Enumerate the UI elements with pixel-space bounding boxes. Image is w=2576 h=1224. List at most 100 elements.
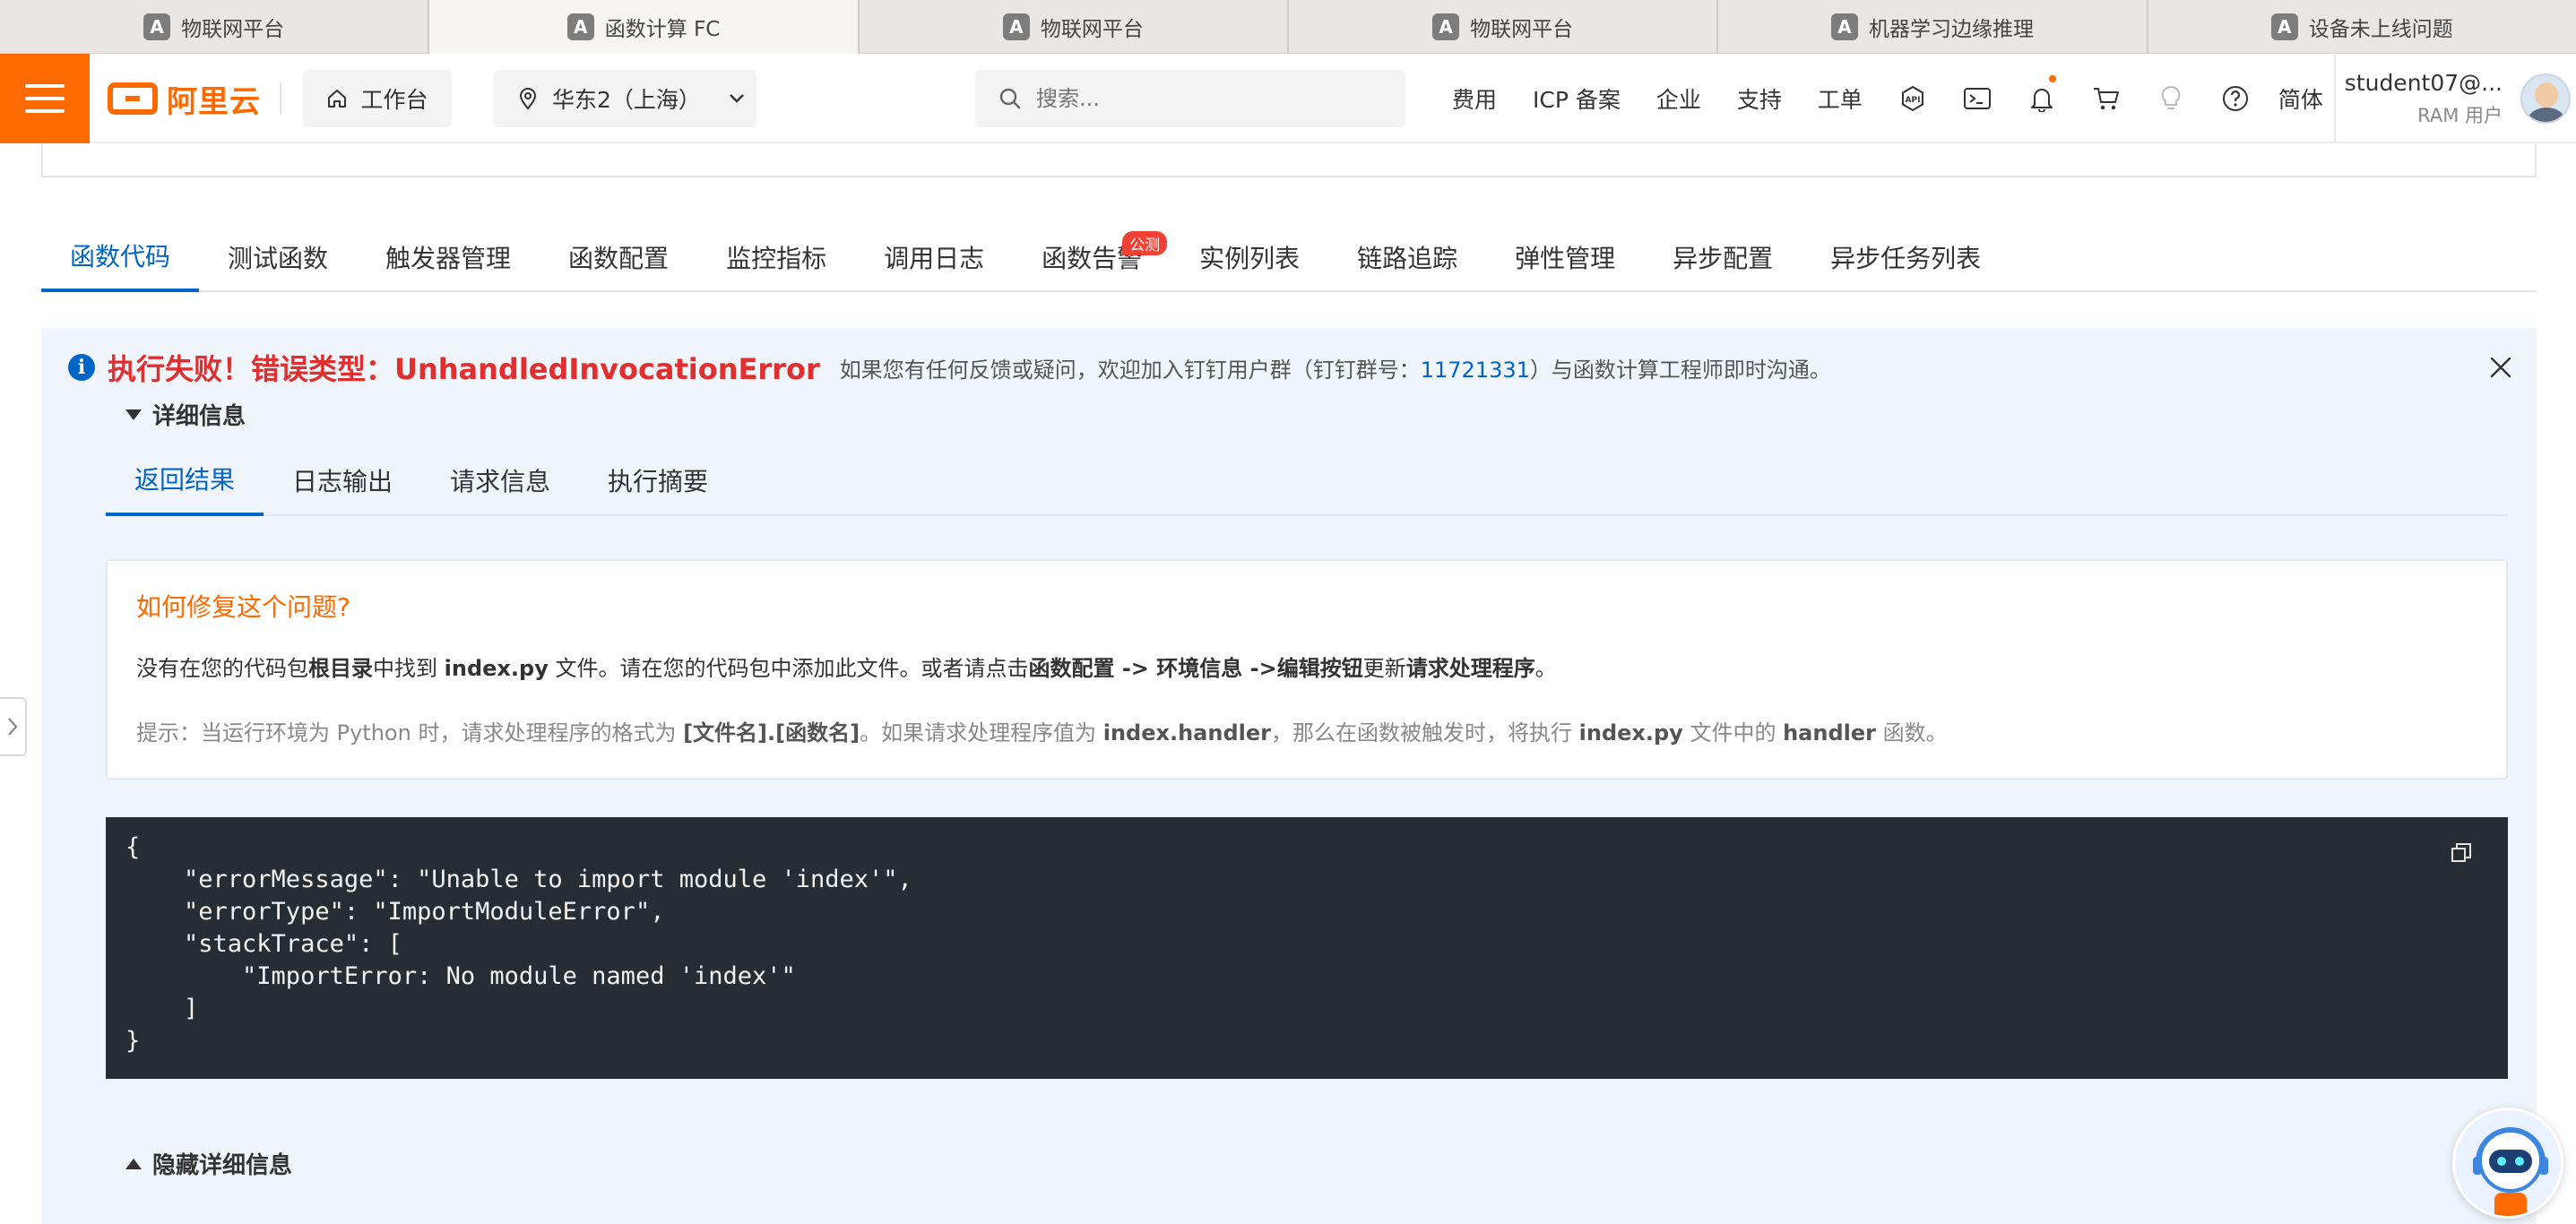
tip-text-bold: handler <box>1783 720 1876 746</box>
caret-up-icon <box>125 1158 142 1169</box>
execution-result-panel: i 执行失败！错误类型：UnhandledInvocationError 如果您… <box>41 328 2537 1224</box>
browser-tab-label: 设备未上线问题 <box>2308 18 2453 41</box>
tab-trigger-management[interactable]: 触发器管理 <box>357 222 540 292</box>
fix-text-bold: 函数配置 -> 环境信息 ->编辑按钮 <box>1028 656 1363 681</box>
nav-link-enterprise[interactable]: 企业 <box>1638 82 1719 115</box>
browser-tab[interactable]: A 物联网平台 <box>860 0 1289 54</box>
browser-tab-active[interactable]: A 函数计算 FC <box>429 0 860 54</box>
tab-function-config[interactable]: 函数配置 <box>540 222 697 292</box>
tip-text: 文件中的 <box>1682 720 1784 746</box>
fix-suggestion-card: 如何修复这个问题? 没有在您的代码包根目录中找到 index.py 文件。请在您… <box>106 559 2508 780</box>
tab-label: 异步任务列表 <box>1830 244 1982 273</box>
region-selector[interactable]: 华东2（上海） <box>493 70 756 127</box>
fix-text-bold: index.py <box>444 656 549 681</box>
tip-text: 。如果请求处理程序值为 <box>860 720 1103 746</box>
result-sub-tabs: 返回结果 日志输出 请求信息 执行摘要 <box>106 444 2508 516</box>
menu-hamburger-icon[interactable] <box>0 54 90 143</box>
tab-async-tasks[interactable]: 异步任务列表 <box>1802 222 2010 292</box>
workbench-label: 工作台 <box>360 87 428 113</box>
tab-label: 日志输出 <box>292 467 393 496</box>
browser-tab[interactable]: A 设备未上线问题 <box>2148 0 2576 54</box>
tab-label: 函数代码 <box>70 242 171 272</box>
language-switcher[interactable]: 简体 <box>2268 82 2343 115</box>
browser-tab-label: 函数计算 FC <box>604 18 721 41</box>
terminal-icon[interactable] <box>1945 54 2010 143</box>
logo-text: 阿里云 <box>167 83 261 120</box>
aliyun-logo[interactable]: 阿里云 <box>108 77 261 120</box>
tab-async-config[interactable]: 异步配置 <box>1644 222 1802 292</box>
lightbulb-icon[interactable] <box>2139 54 2203 143</box>
cart-icon[interactable] <box>2074 54 2139 143</box>
tab-label: 调用日志 <box>884 244 985 273</box>
region-label: 华东2（上海） <box>552 87 701 113</box>
tab-label: 链路追踪 <box>1357 244 1458 273</box>
details-toggle[interactable]: 详细信息 <box>125 398 246 431</box>
divider <box>280 82 281 115</box>
tab-label: 触发器管理 <box>385 244 512 273</box>
tab-return-result[interactable]: 返回结果 <box>106 444 264 516</box>
function-tabs: 函数代码 测试函数 触发器管理 函数配置 监控指标 调用日志 函数告警 公测 实… <box>41 222 2537 292</box>
api-icon[interactable]: API <box>1880 54 1945 143</box>
tab-elastic-management[interactable]: 弹性管理 <box>1486 222 1644 292</box>
caret-down-icon <box>125 409 142 420</box>
fix-description: 没有在您的代码包根目录中找到 index.py 文件。请在您的代码包中添加此文件… <box>136 651 1557 682</box>
console-top-bar: 阿里云 工作台 华东2（上海） 费用 ICP 备案 企业 支持 工单 API <box>0 54 2576 143</box>
fix-text: 更新 <box>1362 656 1406 681</box>
user-menu[interactable]: student07@... RAM 用户 <box>2334 54 2576 143</box>
tab-function-alerts[interactable]: 函数告警 公测 <box>1013 222 1171 292</box>
feedback-note-after: ）与函数计算工程师即时沟通。 <box>1529 357 1831 383</box>
chevron-right-icon <box>8 718 18 736</box>
close-icon[interactable] <box>2485 351 2517 384</box>
browser-tab[interactable]: A 机器学习边缘推理 <box>1718 0 2148 54</box>
assistant-robot-icon[interactable] <box>2452 1108 2563 1219</box>
tab-log-output[interactable]: 日志输出 <box>264 444 421 516</box>
dingtalk-group-number[interactable]: 11721331 <box>1421 358 1530 383</box>
fix-tip: 提示：当运行环境为 Python 时，请求处理程序的格式为 [文件名].[函数名… <box>136 715 1948 746</box>
feedback-note: 如果您有任何反馈或疑问，欢迎加入钉钉用户群（钉钉群号：11721331）与函数计… <box>840 352 1831 384</box>
search-icon <box>999 88 1021 109</box>
tab-execution-summary[interactable]: 执行摘要 <box>579 444 737 516</box>
help-icon[interactable] <box>2203 54 2268 143</box>
tab-tracing[interactable]: 链路追踪 <box>1328 222 1486 292</box>
copy-icon[interactable] <box>2449 840 2476 867</box>
avatar[interactable] <box>2520 73 2571 124</box>
notification-bell-icon[interactable] <box>2010 54 2074 143</box>
notification-dot <box>2048 75 2056 82</box>
content-header-box <box>41 143 2537 177</box>
nav-link-icp[interactable]: ICP 备案 <box>1515 82 1638 115</box>
tip-text: 函数。 <box>1875 720 1948 746</box>
tab-function-code[interactable]: 函数代码 <box>41 222 200 292</box>
tab-label: 测试函数 <box>228 244 329 273</box>
aliyun-favicon-icon: A <box>143 13 171 40</box>
info-icon: i <box>68 354 95 381</box>
browser-tab[interactable]: A 物联网平台 <box>1289 0 1719 54</box>
nav-link-support[interactable]: 支持 <box>1719 82 1800 115</box>
details-label: 详细信息 <box>152 403 246 430</box>
nav-link-fees[interactable]: 费用 <box>1434 82 1515 115</box>
aliyun-favicon-icon: A <box>1432 13 1460 40</box>
fix-text-bold: 根目录 <box>308 656 373 681</box>
error-title: 执行失败！错误类型：UnhandledInvocationError <box>108 352 820 386</box>
aliyun-favicon-icon: A <box>566 13 594 40</box>
browser-tab-label: 物联网平台 <box>1040 18 1144 41</box>
tab-monitoring[interactable]: 监控指标 <box>697 222 855 292</box>
tip-text-bold: index.handler <box>1102 720 1271 746</box>
tab-invocation-logs[interactable]: 调用日志 <box>855 222 1013 292</box>
search-input[interactable] <box>1036 86 1377 111</box>
tab-instance-list[interactable]: 实例列表 <box>1171 222 1328 292</box>
fix-text: 中找到 <box>373 656 445 681</box>
tab-request-info[interactable]: 请求信息 <box>421 444 579 516</box>
aliyun-favicon-icon: A <box>1830 13 1858 40</box>
nav-link-ticket[interactable]: 工单 <box>1800 82 1880 115</box>
tab-test-function[interactable]: 测试函数 <box>199 222 357 292</box>
global-search <box>975 70 1405 127</box>
tip-text-bold: index.py <box>1578 720 1683 746</box>
side-panel-expand-handle[interactable] <box>0 697 27 756</box>
workbench-button[interactable]: 工作台 <box>303 70 452 127</box>
tab-label: 返回结果 <box>134 465 236 495</box>
tab-label: 弹性管理 <box>1515 244 1616 273</box>
hide-details-toggle[interactable]: 隐藏详细信息 <box>125 1147 292 1180</box>
browser-tab[interactable]: A 物联网平台 <box>0 0 430 54</box>
beta-badge: 公测 <box>1122 231 1168 255</box>
user-name: student07@... <box>2344 69 2503 96</box>
